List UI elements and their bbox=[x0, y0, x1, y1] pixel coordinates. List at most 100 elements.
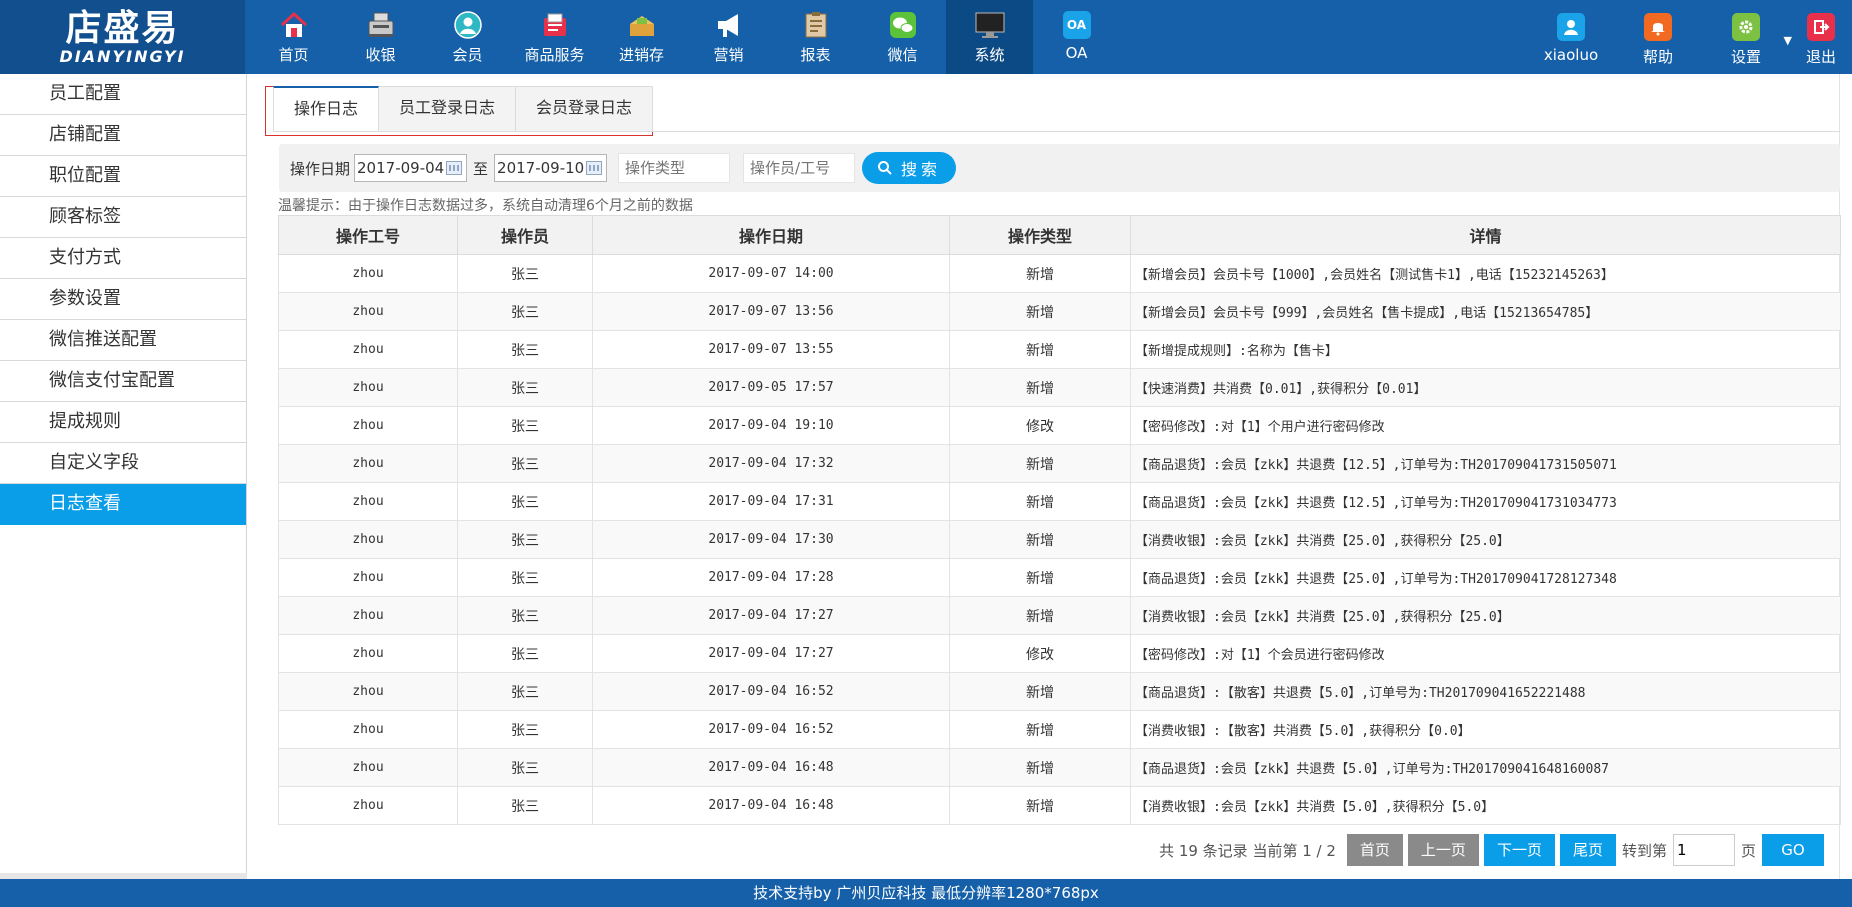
sidebar-item-custom-fields[interactable]: 自定义字段 bbox=[0, 443, 246, 484]
cell-operator-id: zhou bbox=[278, 558, 458, 597]
top-navigation-bar: 店盛易 DIANYINGYI 首页 收银 会员 商品服务 进销存 营销 报表 微… bbox=[0, 0, 1852, 74]
logo-text: 店盛易 bbox=[65, 7, 180, 49]
nav-item-cashier[interactable]: 收银 bbox=[337, 0, 424, 74]
cell-operator: 张三 bbox=[457, 254, 593, 293]
page-suffix: 页 bbox=[1740, 841, 1756, 860]
sidebar-item-position-config[interactable]: 职位配置 bbox=[0, 156, 246, 197]
page-number-input[interactable] bbox=[1672, 834, 1735, 866]
nav-item-oa[interactable]: OA OA bbox=[1033, 0, 1120, 74]
cell-detail: 【新增提成规则】:名称为【售卡】 bbox=[1130, 330, 1841, 369]
nav-item-inventory[interactable]: 进销存 bbox=[598, 0, 685, 74]
cell-type: 新增 bbox=[949, 558, 1131, 597]
sidebar-item-customer-tags[interactable]: 顾客标签 bbox=[0, 197, 246, 238]
nav-label: 营销 bbox=[713, 46, 744, 64]
prev-page-button[interactable]: 上一页 bbox=[1407, 834, 1479, 866]
nav-item-marketing[interactable]: 营销 bbox=[685, 0, 772, 74]
sidebar-item-commission-rules[interactable]: 提成规则 bbox=[0, 402, 246, 443]
user-nav: xiaoluo 帮助 设置 ▼ 退出 bbox=[1528, 0, 1852, 74]
table-row: zhou 张三 2017-09-04 17:30 新增 【消费收银】:会员【zkk】共消… bbox=[278, 520, 1841, 559]
tab-operation-log[interactable]: 操作日志 bbox=[273, 86, 380, 132]
cell-detail: 【商品退货】:会员【zkk】共退费【12.5】,订单号为:TH201709041… bbox=[1130, 444, 1841, 483]
cell-date: 2017-09-04 17:28 bbox=[592, 558, 950, 597]
cell-detail: 【消费收银】:会员【zkk】共消费【5.0】,获得积分【5.0】 bbox=[1130, 786, 1841, 825]
sidebar-item-wechat-push[interactable]: 微信推送配置 bbox=[0, 320, 246, 361]
help-button[interactable]: 帮助 bbox=[1614, 0, 1702, 74]
calendar-icon[interactable] bbox=[586, 161, 603, 175]
logo[interactable]: 店盛易 DIANYINGYI bbox=[0, 0, 245, 74]
table-row: zhou 张三 2017-09-04 17:27 新增 【消费收银】:会员【zkk】共消… bbox=[278, 596, 1841, 635]
nav-label: 商品服务 bbox=[524, 46, 585, 64]
wechat-icon bbox=[887, 9, 919, 41]
cell-date: 2017-09-04 16:48 bbox=[592, 748, 950, 787]
cell-detail: 【商品退货】:会员【zkk】共退费【12.5】,订单号为:TH201709041… bbox=[1130, 482, 1841, 521]
cell-operator: 张三 bbox=[457, 330, 593, 369]
cell-detail: 【密码修改】:对【1】个会员进行密码修改 bbox=[1130, 634, 1841, 673]
date-to-input[interactable]: 2017-09-10 bbox=[494, 154, 608, 182]
table-row: zhou 张三 2017-09-04 16:52 新增 【商品退货】:【散客】共退费【5… bbox=[278, 672, 1841, 711]
cell-type: 修改 bbox=[949, 406, 1131, 445]
monitor-icon bbox=[974, 9, 1006, 41]
logout-icon bbox=[1807, 13, 1835, 41]
nav-item-wechat[interactable]: 微信 bbox=[859, 0, 946, 74]
table-header-row: 操作工号 操作员 操作日期 操作类型 详情 bbox=[278, 215, 1841, 255]
nav-item-system[interactable]: 系统 bbox=[946, 0, 1033, 74]
date-from-input[interactable]: 2017-09-04 bbox=[354, 154, 468, 182]
operator-input[interactable] bbox=[743, 153, 856, 183]
column-header: 操作类型 bbox=[949, 215, 1131, 255]
logo-subtext: DIANYINGYI bbox=[59, 47, 186, 66]
logout-button[interactable]: 退出 bbox=[1790, 0, 1852, 74]
inventory-icon bbox=[626, 9, 658, 41]
column-header: 操作员 bbox=[457, 215, 593, 255]
nav-label: 微信 bbox=[887, 46, 918, 64]
user-menu[interactable]: xiaoluo bbox=[1528, 0, 1614, 74]
tip-text: 温馨提示：由于操作日志数据过多，系统自动清理6个月之前的数据 bbox=[278, 198, 693, 214]
report-icon bbox=[800, 9, 832, 41]
calendar-icon[interactable] bbox=[446, 161, 463, 175]
cell-operator-id: zhou bbox=[278, 634, 458, 673]
date-to-label: 至 bbox=[473, 159, 489, 178]
table-row: zhou 张三 2017-09-07 13:55 新增 【新增提成规则】:名称为【售卡】 bbox=[278, 330, 1841, 369]
settings-button[interactable]: 设置 ▼ bbox=[1702, 0, 1792, 74]
nav-label: 系统 bbox=[974, 46, 1005, 64]
cell-operator-id: zhou bbox=[278, 482, 458, 521]
nav-item-products[interactable]: 商品服务 bbox=[511, 0, 598, 74]
record-count: 共 19 条记录 当前第 1 / 2 bbox=[1159, 841, 1336, 860]
cell-detail: 【消费收银】:会员【zkk】共消费【25.0】,获得积分【25.0】 bbox=[1130, 596, 1841, 635]
tab-staff-login-log[interactable]: 员工登录日志 bbox=[379, 86, 517, 132]
search-button[interactable]: 搜索 bbox=[862, 152, 957, 184]
next-page-button[interactable]: 下一页 bbox=[1483, 834, 1555, 866]
go-button[interactable]: GO bbox=[1762, 834, 1824, 866]
sidebar-item-staff-config[interactable]: 员工配置 bbox=[0, 74, 246, 115]
sidebar-item-store-config[interactable]: 店铺配置 bbox=[0, 115, 246, 156]
nav-item-member[interactable]: 会员 bbox=[424, 0, 511, 74]
cell-operator-id: zhou bbox=[278, 368, 458, 407]
sidebar-item-parameters[interactable]: 参数设置 bbox=[0, 279, 246, 320]
sidebar-item-log-view[interactable]: 日志查看 bbox=[0, 484, 246, 525]
nav-item-report[interactable]: 报表 bbox=[772, 0, 859, 74]
search-icon bbox=[878, 161, 892, 175]
cell-date: 2017-09-07 13:55 bbox=[592, 330, 950, 369]
sidebar-item-payment-methods[interactable]: 支付方式 bbox=[0, 238, 246, 279]
nav-label: 进销存 bbox=[618, 46, 664, 64]
cell-operator: 张三 bbox=[457, 444, 593, 483]
last-page-button[interactable]: 尾页 bbox=[1559, 834, 1616, 866]
cell-operator: 张三 bbox=[457, 292, 593, 331]
oa-icon: OA bbox=[1061, 9, 1093, 41]
tab-member-login-log[interactable]: 会员登录日志 bbox=[516, 86, 654, 132]
cell-operator-id: zhou bbox=[278, 444, 458, 483]
column-header: 详情 bbox=[1130, 215, 1841, 255]
settings-label: 设置 bbox=[1730, 48, 1761, 66]
cell-type: 新增 bbox=[949, 482, 1131, 521]
cell-date: 2017-09-04 17:30 bbox=[592, 520, 950, 559]
sidebar-item-wechat-alipay[interactable]: 微信支付宝配置 bbox=[0, 361, 246, 402]
column-header: 操作日期 bbox=[592, 215, 950, 255]
cell-type: 新增 bbox=[949, 368, 1131, 407]
pagination: 共 19 条记录 当前第 1 / 2 首页 上一页 下一页 尾页 转到第 页 G… bbox=[1159, 834, 1824, 866]
first-page-button[interactable]: 首页 bbox=[1346, 834, 1403, 866]
cell-date: 2017-09-04 17:27 bbox=[592, 596, 950, 635]
nav-item-home[interactable]: 首页 bbox=[250, 0, 337, 74]
table-body: zhou 张三 2017-09-07 14:00 新增 【新增会员】会员卡号【1000】… bbox=[278, 254, 1841, 825]
operation-type-input[interactable] bbox=[618, 153, 731, 183]
cell-operator-id: zhou bbox=[278, 786, 458, 825]
cell-operator-id: zhou bbox=[278, 672, 458, 711]
